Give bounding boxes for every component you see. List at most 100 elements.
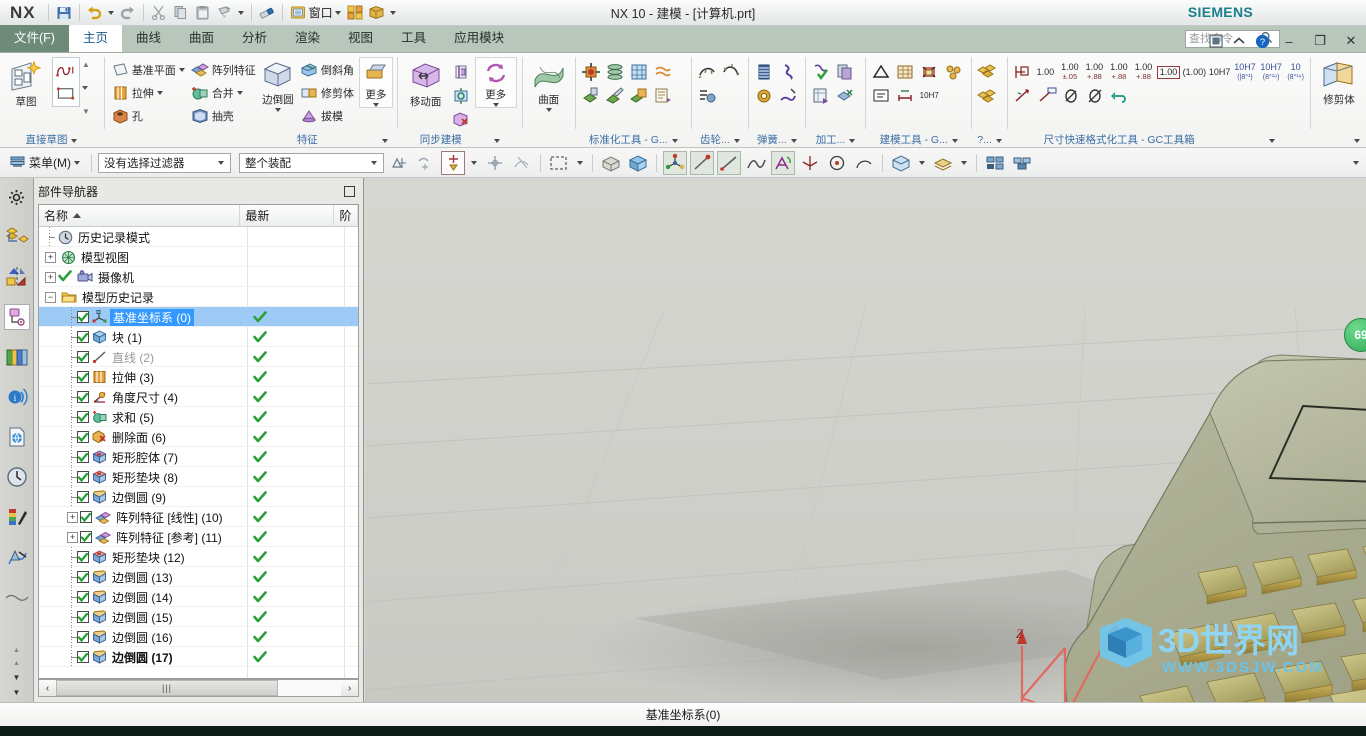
group-expand-icon[interactable] [1268,138,1275,143]
box-view-icon[interactable] [366,2,388,24]
tab-analysis[interactable]: 分析 [228,25,281,52]
column-header-latest[interactable]: 最新 [240,204,335,227]
tab-render[interactable]: 渲染 [281,25,334,52]
suppress-checkbox[interactable] [77,611,89,623]
tree-row-3[interactable]: − 模型历史记录 [39,287,358,307]
tab-curve[interactable]: 曲线 [122,25,175,52]
tree-row-12[interactable]: 矩形垫块 (8) [39,467,358,487]
tab-home[interactable]: 主页 [68,25,122,52]
move-face-button[interactable]: 移动面 [402,57,450,109]
surface-button[interactable]: 曲面 [527,57,571,112]
scroll-left-icon[interactable]: ‹ [39,680,56,696]
sketch-button[interactable]: 草图 [3,57,49,109]
line-tool-icon[interactable] [717,150,741,175]
sketch-curve-tool-icon[interactable] [771,150,795,175]
pin-icon[interactable] [344,185,355,197]
suppress-checkbox[interactable] [77,571,89,583]
tree-row-5[interactable]: 块 (1) [39,327,358,347]
suppress-checkbox[interactable] [77,631,89,643]
dim-style-icon[interactable] [1012,61,1032,83]
tree-row-18[interactable]: 边倒圆 (14) [39,587,358,607]
window-dropdown-icon[interactable] [333,2,344,24]
pull-face-icon[interactable] [450,61,472,83]
chevron-down-icon[interactable] [366,154,381,172]
tree-row-6[interactable]: 直线 (2) [39,347,358,367]
assembly-icon[interactable] [344,2,366,24]
history-clock-icon[interactable] [4,464,30,490]
suppress-checkbox[interactable] [77,371,89,383]
datum-csys-tool-icon[interactable] [663,150,687,175]
dim-tol-1-icon[interactable]: 1.00 ±.05 [1059,61,1082,83]
scroll-up-icon[interactable]: ▲ [13,647,20,654]
chevron-down-icon[interactable] [492,103,499,107]
thread-icon[interactable] [652,61,674,83]
column-header-name[interactable]: 名称 [39,204,241,227]
tree-row-1[interactable]: + 模型视图 [39,247,358,267]
suppress-checkbox[interactable] [77,591,89,603]
diameter-alt-icon[interactable] [1084,85,1106,107]
dim-fit-10h7-icon[interactable]: 10H7 [1208,61,1231,83]
tree-row-16[interactable]: 矩形垫块 (12) [39,547,358,567]
triangle-icon[interactable] [870,61,892,83]
column-header-order[interactable]: 阶 [334,204,358,227]
extrude-button[interactable]: 拉伸 [109,82,188,104]
dim-fit-lower-icon[interactable]: 10H7 (8°¹⁹) [1259,61,1283,83]
scrollbar-thumb[interactable]: ||| [56,680,278,696]
toolbar-overflow-icon[interactable] [1350,151,1362,175]
settings-gear-icon[interactable] [4,184,30,210]
undo-icon[interactable] [84,2,106,24]
tree-expander[interactable]: + [67,531,78,543]
tree-row-13[interactable]: 边倒圆 (9) [39,487,358,507]
snap-dropdown-icon[interactable] [468,151,480,175]
sheet-table-icon[interactable] [810,85,832,107]
group-expand-icon[interactable] [493,138,500,143]
dim-value-100-icon[interactable]: 1.00 [1034,61,1057,83]
reuse-library-icon[interactable] [4,344,30,370]
tree-row-9[interactable]: 求和 (5) [39,407,358,427]
view-style-dropdown-icon[interactable] [916,151,928,175]
shaded-body-icon[interactable] [599,151,623,175]
unite-button[interactable]: 合并 [188,82,259,104]
delete-face-icon[interactable] [450,109,472,131]
dim-tol-2-icon[interactable]: 1.00 +.88 [1083,61,1106,83]
pattern-circle-icon[interactable] [942,61,964,83]
profile-icon[interactable] [55,60,77,82]
pattern-feature-button[interactable]: 阵列特征 [188,59,259,81]
view-style-icon[interactable] [889,151,913,175]
tree-row-19[interactable]: 边倒圆 (15) [39,607,358,627]
spline-tool-icon[interactable] [744,151,768,175]
select-mode-dropdown-icon[interactable] [574,151,586,175]
chevron-down-icon[interactable] [545,108,552,112]
gear-list-icon[interactable] [696,85,718,107]
tree-row-4[interactable]: 基准坐标系 (0) [39,307,358,327]
layer-dropdown-icon[interactable] [958,151,970,175]
tree-row-21[interactable]: 边倒圆 (17) [39,647,358,667]
chevron-down-icon[interactable] [372,103,379,107]
dim-fit-upper-icon[interactable]: 10H7 (|8°¹) [1233,61,1257,83]
chevron-down-icon[interactable] [274,108,281,112]
group-expand-icon[interactable] [849,138,856,143]
scroll-up2-icon[interactable]: ▲ [13,660,20,667]
feature-more-button[interactable]: 更多 [359,57,393,108]
collapse-ribbon-icon[interactable] [1230,32,1248,50]
grid-snap-icon[interactable] [983,151,1007,175]
chevron-down-icon[interactable] [178,68,185,72]
dim-leader-icon[interactable] [1036,85,1058,107]
sketch-gallery-scroll[interactable]: ▲ ▼ [80,57,92,119]
spring-coil-icon[interactable] [753,85,775,107]
group-expand-icon[interactable] [951,138,958,143]
tree-expander[interactable]: + [45,271,56,283]
trim-body-big-button[interactable]: 修剪体 [1316,57,1362,107]
assembly-cluster-icon[interactable] [976,61,998,83]
chamfer-button[interactable]: 倒斜角 [297,59,357,81]
chevron-down-icon[interactable] [74,160,80,165]
torsion-spring-icon[interactable] [777,61,799,83]
work-view-icon[interactable] [1010,151,1034,175]
tree-row-0[interactable]: 历史记录模式 [39,227,358,247]
chevron-down-icon[interactable] [236,91,243,95]
sync-more-button[interactable]: 更多 [474,57,517,108]
snap-curve-icon[interactable] [414,151,438,175]
group-expand-icon[interactable] [671,138,678,143]
assembly-cluster2-icon[interactable] [976,85,998,107]
hd3d-info-icon[interactable]: i [4,384,30,410]
